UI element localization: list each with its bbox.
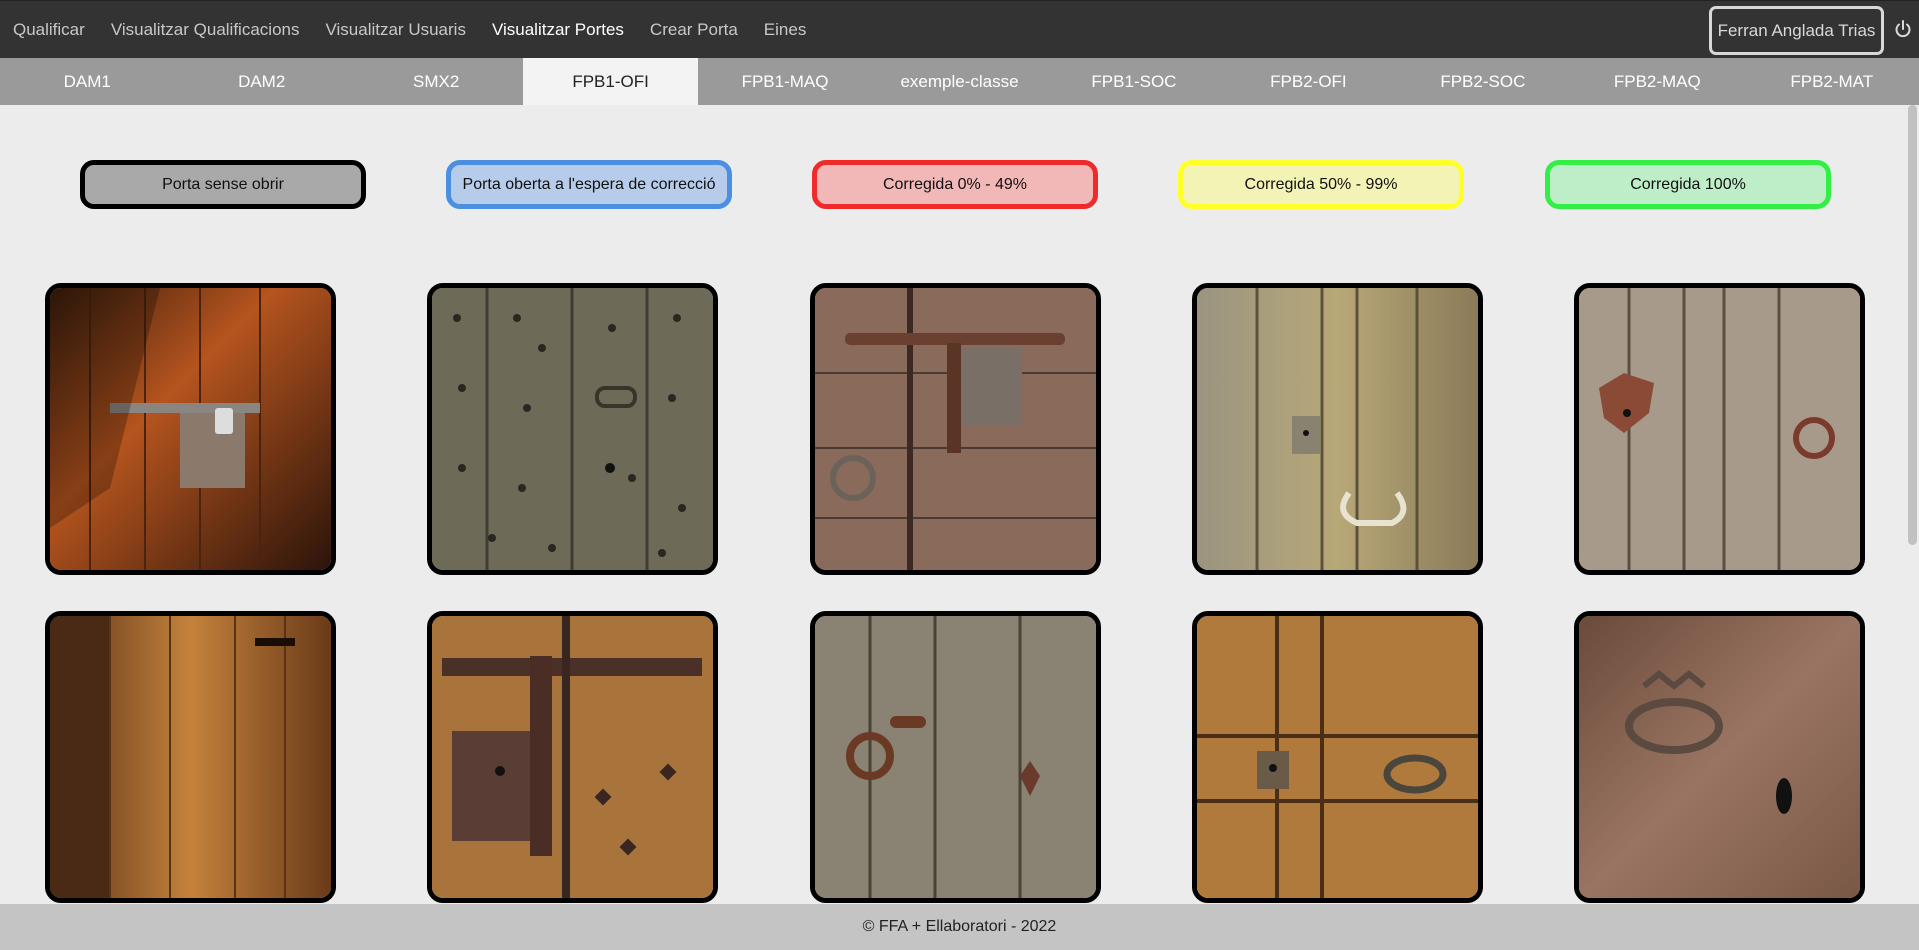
legend-corrected-full: Corregida 100% <box>1545 160 1831 209</box>
tab-fpb2-soc[interactable]: FPB2-SOC <box>1396 58 1570 105</box>
door-photo-6 <box>50 616 331 898</box>
door-card-8[interactable] <box>810 611 1101 903</box>
nav-visualitzar-portes[interactable]: Visualitzar Portes <box>479 1 637 59</box>
legend-open-pending: Porta oberta a l'espera de correcció <box>446 160 732 209</box>
legend-unopened: Porta sense obrir <box>80 160 366 209</box>
door-card-9[interactable] <box>1192 611 1483 903</box>
tab-exemple-classe[interactable]: exemple-classe <box>872 58 1046 105</box>
door-card-10[interactable] <box>1574 611 1865 903</box>
main-nav: Qualificar Visualitzar Qualificacions Vi… <box>0 1 819 59</box>
door-card-2[interactable] <box>427 283 718 575</box>
page-scrollbar[interactable] <box>1908 105 1917 545</box>
door-card-1[interactable] <box>45 283 336 575</box>
tab-dam2[interactable]: DAM2 <box>174 58 348 105</box>
door-card-7[interactable] <box>427 611 718 903</box>
door-photo-4 <box>1197 288 1478 570</box>
door-photo-5 <box>1579 288 1860 570</box>
door-photo-1 <box>50 288 331 570</box>
nav-crear-porta[interactable]: Crear Porta <box>637 1 751 59</box>
power-icon[interactable] <box>1893 19 1913 39</box>
user-button[interactable]: Ferran Anglada Trias <box>1709 6 1884 55</box>
tab-fpb2-maq[interactable]: FPB2-MAQ <box>1570 58 1744 105</box>
door-photo-10 <box>1579 616 1860 898</box>
door-photo-2 <box>432 288 713 570</box>
legend-corrected-mid: Corregida 50% - 99% <box>1178 160 1464 209</box>
tab-fpb1-maq[interactable]: FPB1-MAQ <box>698 58 872 105</box>
footer-credits: © FFA + Ellaboratori - 2022 <box>0 904 1919 950</box>
tab-fpb1-soc[interactable]: FPB1-SOC <box>1047 58 1221 105</box>
nav-qualificar[interactable]: Qualificar <box>0 1 98 59</box>
group-tabs: DAM1 DAM2 SMX2 FPB1-OFI FPB1-MAQ exemple… <box>0 58 1919 105</box>
legend-corrected-low: Corregida 0% - 49% <box>812 160 1098 209</box>
door-photo-3 <box>815 288 1096 570</box>
tab-fpb2-mat[interactable]: FPB2-MAT <box>1745 58 1919 105</box>
top-navbar: Qualificar Visualitzar Qualificacions Vi… <box>0 0 1919 58</box>
door-photo-7 <box>432 616 713 898</box>
door-photo-8 <box>815 616 1096 898</box>
tab-fpb1-ofi[interactable]: FPB1-OFI <box>523 58 698 105</box>
door-photo-9 <box>1197 616 1478 898</box>
tab-dam1[interactable]: DAM1 <box>0 58 174 105</box>
tab-smx2[interactable]: SMX2 <box>349 58 523 105</box>
tab-fpb2-ofi[interactable]: FPB2-OFI <box>1221 58 1395 105</box>
nav-visualitzar-usuaris[interactable]: Visualitzar Usuaris <box>312 1 478 59</box>
nav-eines[interactable]: Eines <box>751 1 820 59</box>
door-card-5[interactable] <box>1574 283 1865 575</box>
door-card-6[interactable] <box>45 611 336 903</box>
nav-visualitzar-qualificacions[interactable]: Visualitzar Qualificacions <box>98 1 313 59</box>
door-card-4[interactable] <box>1192 283 1483 575</box>
door-card-3[interactable] <box>810 283 1101 575</box>
